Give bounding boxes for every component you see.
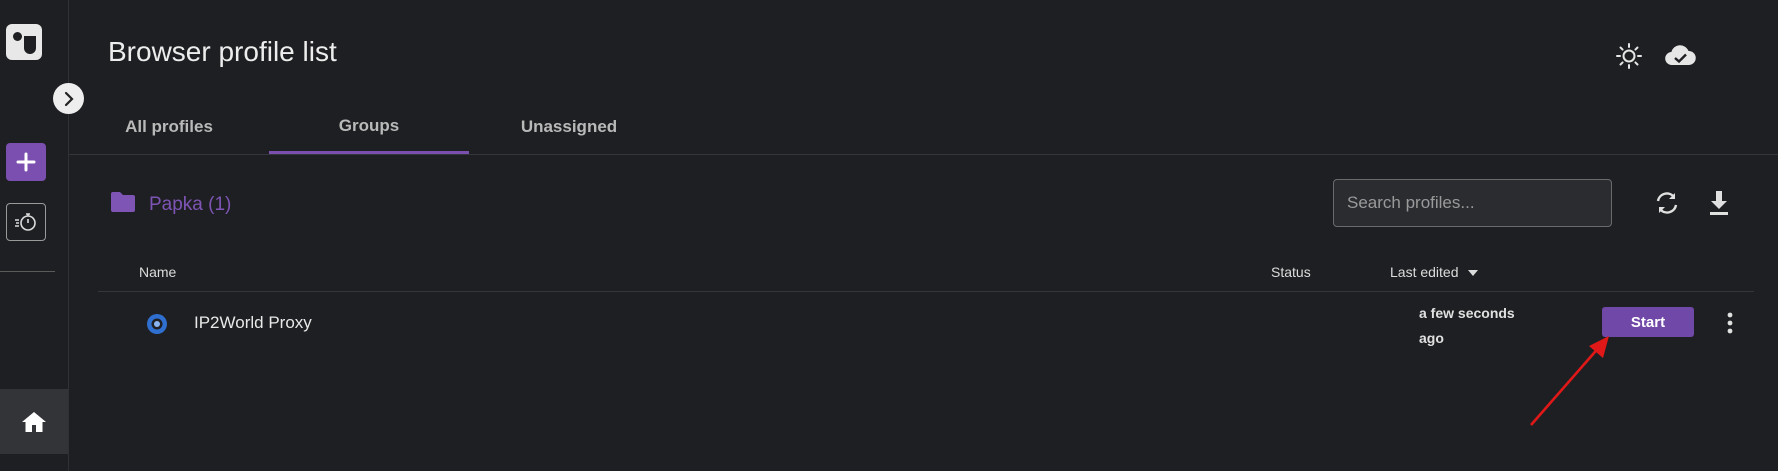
group-name[interactable]: Papka (1) bbox=[149, 194, 231, 216]
more-vertical-icon bbox=[1727, 312, 1733, 334]
logo-dot bbox=[13, 32, 22, 41]
sidebar-divider bbox=[0, 271, 55, 272]
tab-label: Groups bbox=[338, 115, 400, 135]
timer-button[interactable] bbox=[6, 203, 46, 241]
row-menu-button[interactable] bbox=[1718, 308, 1742, 338]
home-icon bbox=[22, 411, 46, 432]
column-header-last-edited[interactable]: Last edited bbox=[1390, 264, 1479, 280]
tabs-divider bbox=[69, 154, 1778, 155]
search-input[interactable] bbox=[1333, 179, 1612, 227]
plus-icon bbox=[16, 152, 36, 172]
folder-icon bbox=[111, 192, 135, 212]
cloud-check-icon bbox=[1665, 45, 1696, 66]
column-header-status[interactable]: Status bbox=[1271, 264, 1311, 280]
caret-down-icon bbox=[1468, 270, 1479, 277]
theme-toggle-button[interactable] bbox=[1613, 40, 1645, 72]
logo-bar bbox=[24, 36, 36, 54]
cloud-sync-button[interactable] bbox=[1664, 40, 1696, 72]
profile-name[interactable]: IP2World Proxy bbox=[194, 313, 312, 333]
browser-icon bbox=[147, 314, 167, 334]
tab-groups[interactable]: Groups bbox=[269, 100, 469, 154]
column-header-name[interactable]: Name bbox=[139, 264, 176, 280]
page-title: Browser profile list bbox=[108, 36, 337, 67]
sync-icon[interactable] bbox=[1652, 188, 1682, 218]
last-edited-value: a few seconds ago bbox=[1419, 305, 1515, 346]
home-button[interactable] bbox=[0, 389, 68, 454]
tab-label: Unassigned bbox=[520, 117, 618, 136]
column-label: Last edited bbox=[1390, 264, 1459, 280]
tab-all-profiles[interactable]: All profiles bbox=[69, 100, 269, 154]
stopwatch-icon bbox=[15, 213, 36, 231]
app-logo[interactable] bbox=[6, 24, 42, 60]
tab-unassigned[interactable]: Unassigned bbox=[469, 100, 669, 154]
tab-label: All profiles bbox=[125, 117, 213, 136]
table-header-divider bbox=[98, 291, 1754, 292]
annotation-arrow bbox=[1530, 336, 1609, 426]
sun-icon bbox=[1616, 43, 1642, 69]
sidebar bbox=[0, 0, 69, 471]
sidebar-toggle-button[interactable] bbox=[53, 83, 84, 114]
add-profile-button[interactable] bbox=[6, 143, 46, 181]
download-icon[interactable] bbox=[1704, 188, 1734, 218]
chevron-right-icon bbox=[64, 91, 74, 106]
start-profile-button[interactable]: Start bbox=[1602, 307, 1694, 337]
